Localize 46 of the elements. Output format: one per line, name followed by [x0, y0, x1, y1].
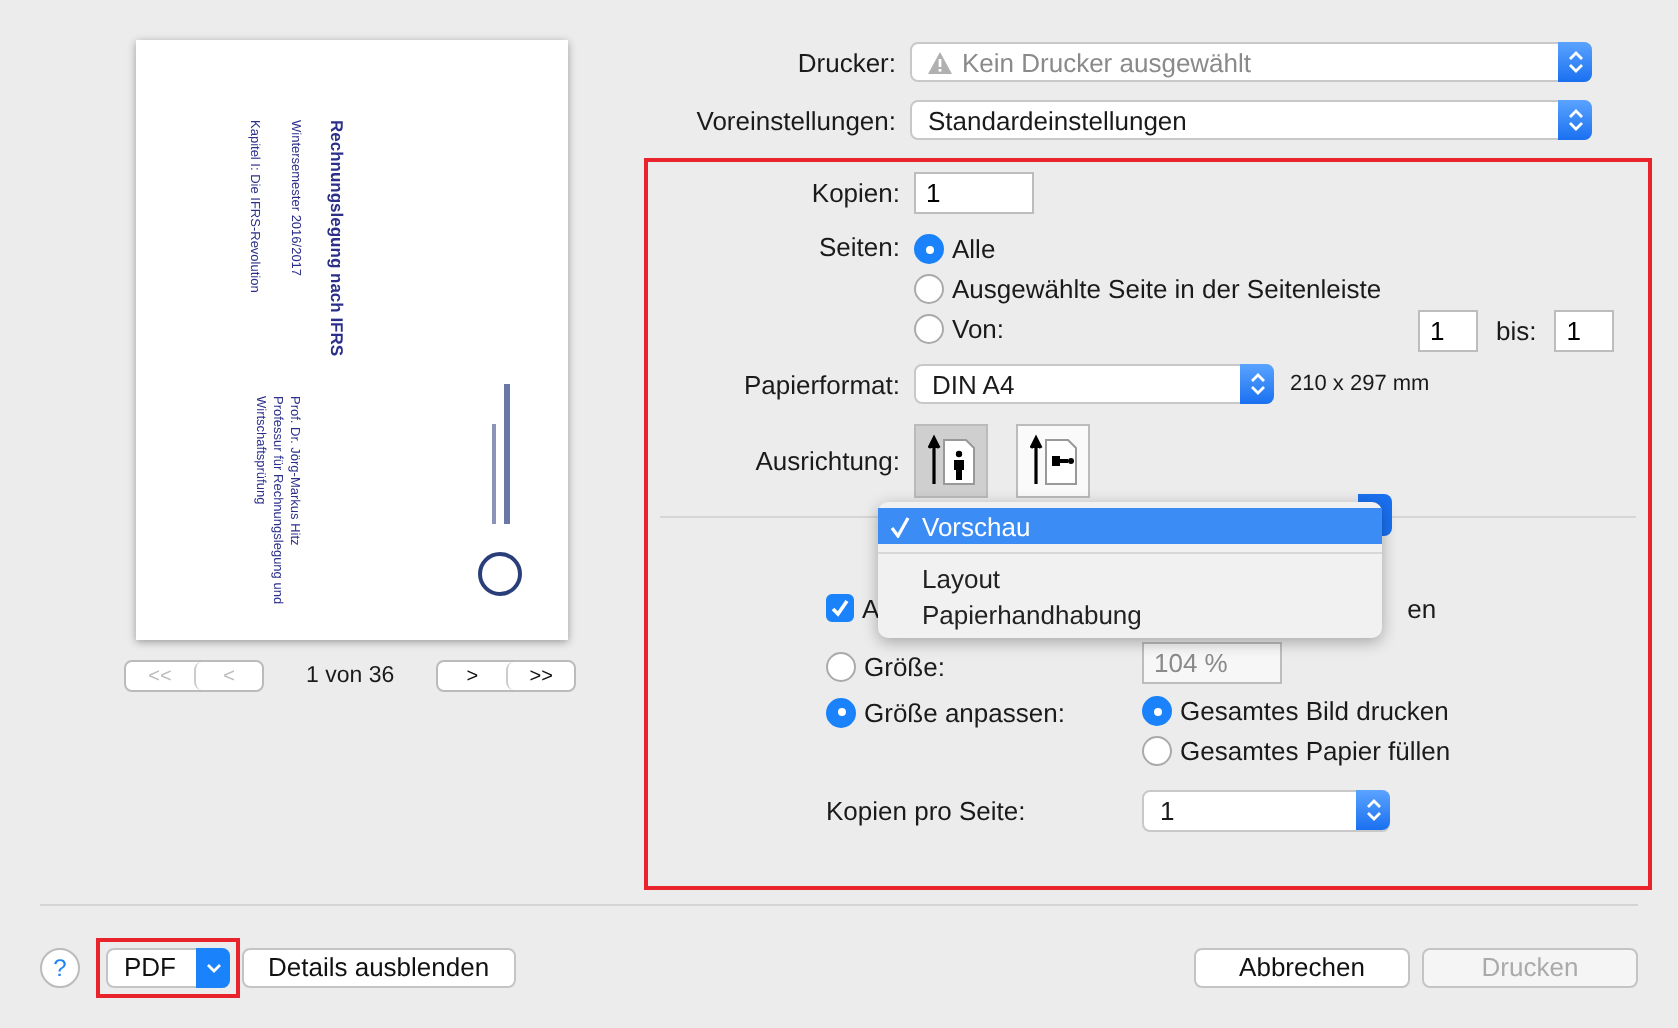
- help-button[interactable]: ?: [40, 947, 80, 987]
- warning-icon: [928, 51, 952, 73]
- checkbox-label: en: [1407, 593, 1437, 623]
- to-page-field[interactable]: 1: [1554, 310, 1615, 352]
- menu-item[interactable]: Papierhandhabung: [878, 596, 1382, 632]
- radio-button[interactable]: [914, 274, 944, 304]
- portrait-button[interactable]: [914, 423, 988, 497]
- paper-size-dropdown[interactable]: DIN A4: [914, 364, 1274, 404]
- menu-item[interactable]: Layout: [878, 560, 1382, 596]
- from-page-field[interactable]: 1: [1418, 310, 1478, 352]
- radio-label: Größe:: [864, 651, 945, 681]
- pages-label: Seiten:: [817, 232, 902, 262]
- pages-per-sheet-label: Kopien pro Seite:: [826, 796, 1026, 826]
- pages-per-sheet-dropdown[interactable]: 1: [1142, 790, 1390, 832]
- page-indicator: 1 von 36: [306, 664, 395, 688]
- radio-button[interactable]: [826, 697, 856, 727]
- chevron-down-icon: [196, 947, 230, 987]
- radio-label: Ausgewählte Seite in der Seitenleiste: [952, 274, 1382, 304]
- radio-label: Gesamtes Bild drucken: [1180, 696, 1449, 726]
- presets-label: Voreinstellungen:: [694, 105, 898, 135]
- cancel-button[interactable]: Abbrechen: [1194, 947, 1410, 987]
- radio-label: Von:: [952, 314, 1005, 344]
- printer-label: Drucker:: [795, 47, 898, 77]
- radio-label: Größe anpassen:: [864, 697, 1065, 727]
- orientation-label: Ausrichtung:: [753, 445, 902, 475]
- pdf-button[interactable]: PDF: [106, 947, 230, 987]
- copies-field[interactable]: 1: [914, 172, 1034, 214]
- paper-dimensions: 210 x 297 mm: [1290, 372, 1430, 396]
- radio-button[interactable]: [1142, 696, 1172, 726]
- presets-dropdown[interactable]: Standardeinstellungen: [910, 100, 1592, 140]
- check-icon: [890, 515, 910, 537]
- page-text: Rechnungslegung nach IFRS: [328, 120, 345, 357]
- radio-label: Gesamtes Papier füllen: [1180, 736, 1451, 766]
- copies-label: Kopien:: [809, 178, 902, 208]
- to-label: bis:: [1496, 316, 1537, 346]
- paper-size-label: Papierformat:: [741, 369, 902, 399]
- checkbox[interactable]: [826, 594, 854, 622]
- details-button[interactable]: Details ausblenden: [242, 947, 516, 987]
- page-nav-button[interactable]: >>: [506, 662, 575, 690]
- checkbox-label: A: [862, 593, 880, 623]
- radio-label: Alle: [952, 234, 996, 264]
- radio-button[interactable]: [914, 314, 944, 344]
- radio-button[interactable]: [826, 651, 856, 681]
- radio-button[interactable]: [1142, 736, 1172, 766]
- landscape-button[interactable]: [1016, 423, 1090, 497]
- radio-button[interactable]: [914, 234, 944, 264]
